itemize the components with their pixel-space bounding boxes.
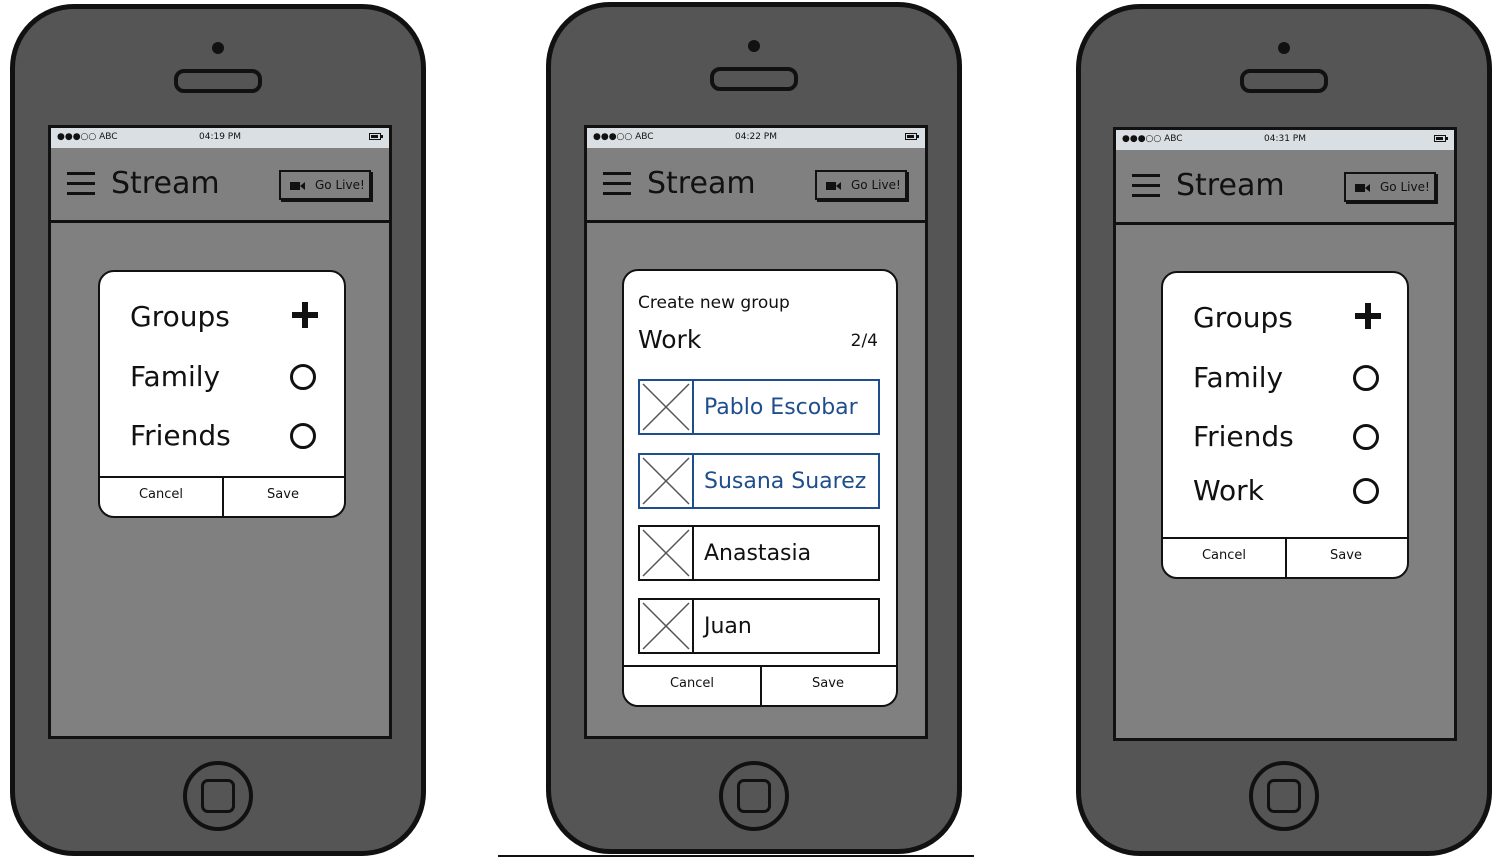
go-live-label: Go Live! (1380, 180, 1430, 194)
video-camera-icon (290, 182, 305, 190)
group-row-groups[interactable]: Groups (130, 296, 320, 336)
status-time: 04:19 PM (199, 132, 241, 142)
go-live-button[interactable]: Go Live! (815, 170, 907, 200)
member-item[interactable]: Anastasia (638, 525, 880, 581)
group-row-family[interactable]: Family (130, 356, 320, 396)
phone-screen: ●●●○○ ABC 04:31 PM Stream Go Live! Group… (1113, 127, 1457, 741)
radio-empty-icon[interactable] (290, 423, 316, 449)
plus-icon[interactable] (292, 302, 318, 328)
group-row-friends[interactable]: Friends (130, 415, 320, 455)
selected-count: 2/4 (850, 331, 878, 351)
go-live-button[interactable]: Go Live! (1344, 172, 1436, 202)
go-live-label: Go Live! (315, 178, 365, 192)
save-button[interactable]: Save (1285, 539, 1407, 577)
home-square-icon (201, 779, 235, 813)
group-row-work[interactable]: Work (1193, 470, 1383, 510)
image-placeholder-icon (640, 600, 694, 652)
cancel-button[interactable]: Cancel (1163, 539, 1287, 577)
group-label: Work (1193, 474, 1264, 507)
member-name: Juan (704, 614, 752, 639)
groups-dialog: Groups Family Friends Cancel Save (98, 270, 346, 518)
image-placeholder-icon (640, 381, 694, 433)
phone-2: ●●●○○ ABC 04:22 PM Stream Go Live! Creat… (546, 2, 962, 854)
earpiece-speaker (1240, 69, 1328, 93)
battery-icon (905, 133, 919, 140)
page-title: Stream (1176, 168, 1285, 203)
go-live-button[interactable]: Go Live! (279, 170, 371, 200)
hamburger-menu-icon[interactable] (67, 172, 95, 196)
home-button[interactable] (183, 761, 253, 831)
video-camera-icon (826, 182, 841, 190)
group-row-friends[interactable]: Friends (1193, 416, 1383, 456)
dialog-buttons: Cancel Save (1163, 537, 1407, 577)
home-button[interactable] (719, 761, 789, 831)
member-name: Anastasia (704, 541, 812, 566)
status-time: 04:22 PM (735, 132, 777, 142)
image-placeholder-icon (640, 527, 694, 579)
status-bar: ●●●○○ ABC 04:31 PM (1116, 130, 1454, 150)
member-item[interactable]: Pablo Escobar (638, 379, 880, 435)
radio-empty-icon[interactable] (1353, 478, 1379, 504)
video-camera-icon (1355, 184, 1370, 192)
go-live-label: Go Live! (851, 178, 901, 192)
create-group-dialog: Create new group Work 2/4 Pablo Escobar … (622, 269, 898, 707)
member-item[interactable]: Juan (638, 598, 880, 654)
nav-bar: Stream Go Live! (51, 148, 389, 223)
save-button[interactable]: Save (222, 478, 344, 516)
nav-bar: Stream Go Live! (1116, 150, 1454, 225)
save-button[interactable]: Save (760, 667, 896, 705)
home-square-icon (737, 779, 771, 813)
plus-icon[interactable] (1355, 303, 1381, 329)
phone-screen: ●●●○○ ABC 04:19 PM Stream Go Live! Group… (48, 125, 392, 739)
page-title: Stream (111, 166, 220, 201)
group-label: Groups (130, 300, 230, 333)
camera-dot (212, 42, 224, 54)
group-row-family[interactable]: Family (1193, 357, 1383, 397)
earpiece-speaker (174, 69, 262, 93)
group-label: Family (1193, 361, 1284, 394)
status-bar: ●●●○○ ABC 04:19 PM (51, 128, 389, 148)
phone-1: ●●●○○ ABC 04:19 PM Stream Go Live! Group… (10, 4, 426, 856)
group-name[interactable]: Work (638, 325, 701, 354)
home-square-icon (1267, 779, 1301, 813)
group-row-groups[interactable]: Groups (1193, 297, 1383, 337)
home-button[interactable] (1249, 761, 1319, 831)
hamburger-menu-icon[interactable] (1132, 174, 1160, 198)
phone-screen: ●●●○○ ABC 04:22 PM Stream Go Live! Creat… (584, 125, 928, 739)
battery-icon (369, 133, 383, 140)
dialog-buttons: Cancel Save (100, 476, 344, 516)
group-label: Friends (1193, 420, 1294, 453)
groups-dialog: Groups Family Friends Work Cancel Save (1161, 271, 1409, 579)
radio-empty-icon[interactable] (1353, 365, 1379, 391)
phone-3: ●●●○○ ABC 04:31 PM Stream Go Live! Group… (1076, 4, 1492, 856)
group-label: Family (130, 360, 221, 393)
member-item[interactable]: Susana Suarez (638, 453, 880, 509)
radio-empty-icon[interactable] (1353, 424, 1379, 450)
member-name: Susana Suarez (704, 469, 867, 494)
hamburger-menu-icon[interactable] (603, 172, 631, 196)
dialog-buttons: Cancel Save (624, 665, 896, 705)
page-title: Stream (647, 166, 756, 201)
radio-empty-icon[interactable] (290, 364, 316, 390)
group-label: Friends (130, 419, 231, 452)
image-placeholder-icon (640, 455, 694, 507)
camera-dot (748, 40, 760, 52)
status-time: 04:31 PM (1264, 134, 1306, 144)
cancel-button[interactable]: Cancel (624, 667, 762, 705)
member-name: Pablo Escobar (704, 395, 858, 420)
nav-bar: Stream Go Live! (587, 148, 925, 223)
group-label: Groups (1193, 301, 1293, 334)
earpiece-speaker (710, 67, 798, 91)
divider-line (498, 855, 974, 857)
battery-icon (1434, 135, 1448, 142)
status-bar: ●●●○○ ABC 04:22 PM (587, 128, 925, 148)
camera-dot (1278, 42, 1290, 54)
dialog-heading: Create new group (638, 293, 790, 313)
cancel-button[interactable]: Cancel (100, 478, 224, 516)
